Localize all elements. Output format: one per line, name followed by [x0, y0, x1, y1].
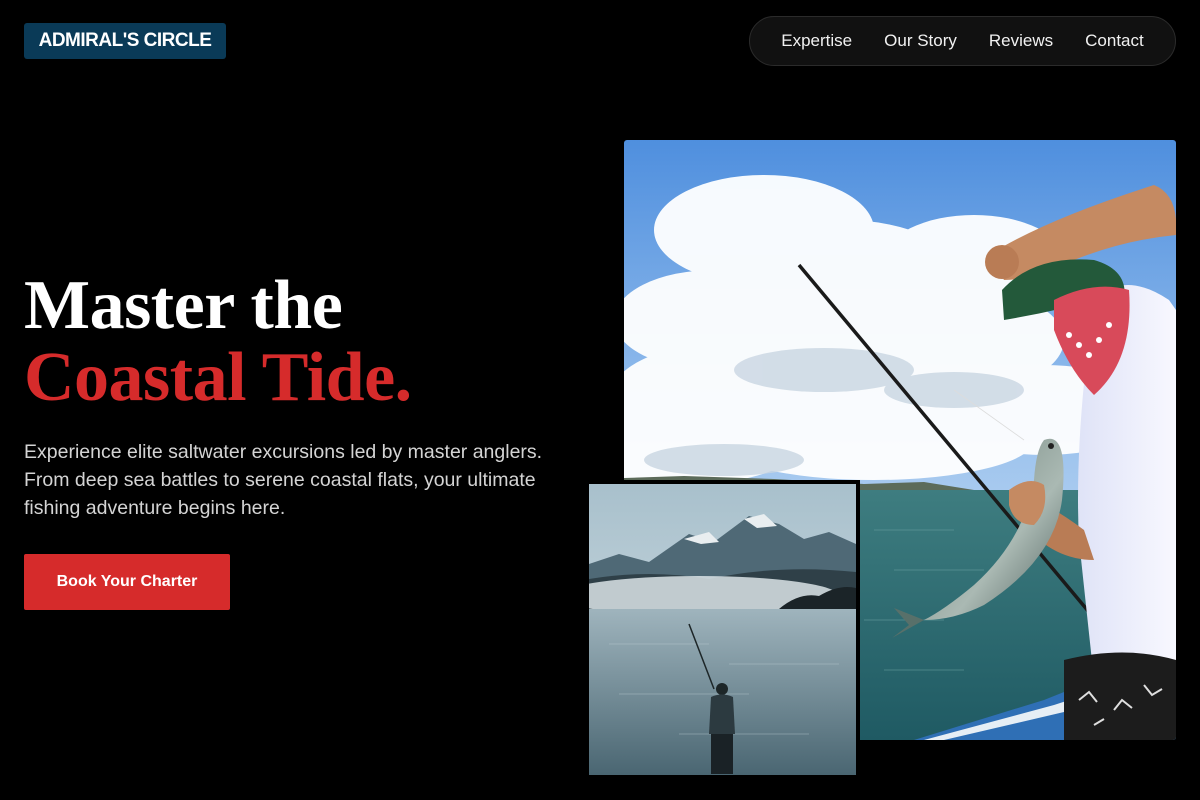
nav-link-expertise[interactable]: Expertise — [781, 31, 852, 51]
misty-lake-angler-photo — [585, 480, 860, 779]
hero-headline: Master the Coastal Tide. — [24, 270, 412, 414]
headline-line-2: Coastal Tide. — [24, 339, 412, 416]
brand-logo[interactable]: ADMIRAL'S CIRCLE — [24, 23, 226, 59]
book-charter-button[interactable]: Book Your Charter — [24, 554, 230, 610]
nav-link-reviews[interactable]: Reviews — [989, 31, 1053, 51]
nav-link-contact[interactable]: Contact — [1085, 31, 1144, 51]
headline-line-1: Master the — [24, 267, 343, 344]
main-nav: Expertise Our Story Reviews Contact — [749, 16, 1176, 66]
hero-description: Experience elite saltwater excursions le… — [24, 441, 543, 519]
nav-link-our-story[interactable]: Our Story — [884, 31, 957, 51]
